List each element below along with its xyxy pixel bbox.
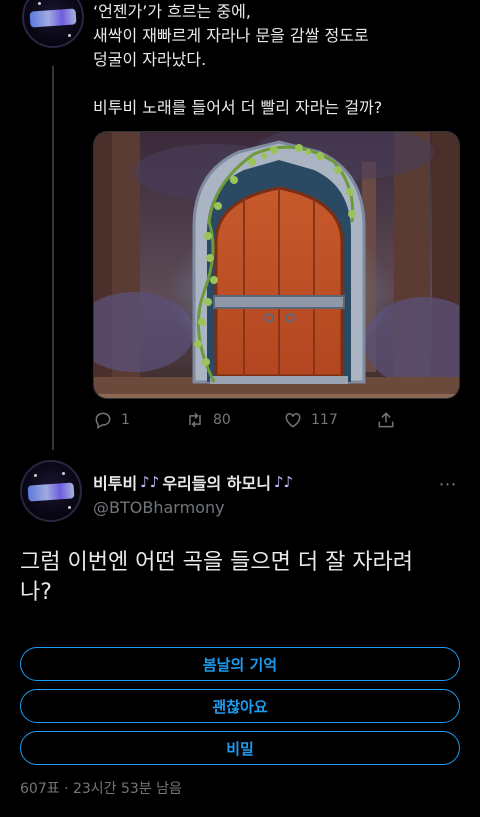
avatar[interactable] bbox=[20, 460, 82, 522]
tweet-image[interactable] bbox=[93, 131, 460, 399]
display-name: 비투비 ♪♪ 우리들의 하모니 ♪♪ bbox=[93, 470, 293, 494]
poll-meta: 607표 · 23시간 53분 남음 bbox=[20, 781, 182, 797]
retweet-count: 80 bbox=[213, 412, 231, 428]
tweet-line: 덩굴이 자라났다. bbox=[93, 50, 207, 69]
poll-option[interactable]: 봄날의 기억 bbox=[20, 647, 460, 681]
share-icon bbox=[378, 412, 394, 428]
like-button[interactable]: 117 bbox=[283, 404, 338, 436]
avatar-logo bbox=[29, 8, 77, 28]
tweet-author[interactable]: 비투비 ♪♪ 우리들의 하모니 ♪♪ @BTOBharmony bbox=[93, 470, 293, 517]
poll-option[interactable]: 괜찮아요 bbox=[20, 689, 460, 723]
reply-button[interactable]: 1 bbox=[93, 404, 130, 436]
reply-icon bbox=[95, 412, 111, 429]
reply-count: 1 bbox=[121, 412, 130, 428]
like-count: 117 bbox=[311, 412, 338, 428]
tweet-text: 그럼 이번엔 어떤 곡을 들으면 더 잘 자라려 나? bbox=[20, 548, 460, 608]
tweet-text-line: 나? bbox=[20, 580, 52, 605]
more-icon[interactable]: ⋯ bbox=[436, 474, 460, 495]
previous-tweet-text: ‘언젠가’가 흐르는 중에, 새싹이 재빠르게 자라나 문을 감쌀 정도로 덩굴… bbox=[93, 0, 463, 120]
user-handle: @BTOBharmony bbox=[93, 498, 225, 517]
tweet-text-line: 그럼 이번엔 어떤 곡을 들으면 더 잘 자라려 bbox=[20, 550, 414, 575]
share-button[interactable] bbox=[376, 404, 396, 436]
avatar[interactable] bbox=[22, 0, 84, 48]
display-name-text: 비투비 bbox=[93, 474, 138, 493]
retweet-icon bbox=[189, 412, 201, 428]
tweet-line: 새싹이 재빠르게 자라나 문을 감쌀 정도로 bbox=[93, 26, 369, 45]
thread-line bbox=[52, 66, 54, 450]
avatar-logo bbox=[27, 482, 75, 502]
retweet-button[interactable]: 80 bbox=[185, 404, 231, 436]
tweet-line: ‘언젠가’가 흐르는 중에, bbox=[93, 2, 251, 21]
poll-option[interactable]: 비밀 bbox=[20, 731, 460, 765]
like-icon bbox=[285, 412, 301, 428]
music-note-emoji: ♪♪ bbox=[140, 473, 160, 491]
door-illustration bbox=[94, 132, 459, 398]
tweet-actions: 1 80 117 bbox=[93, 404, 433, 436]
display-name-main: 우리들의 하모니 bbox=[162, 474, 271, 493]
tweet-line: 비투비 노래를 들어서 더 빨리 자라는 걸까? bbox=[93, 98, 383, 117]
music-note-emoji: ♪♪ bbox=[273, 473, 294, 491]
